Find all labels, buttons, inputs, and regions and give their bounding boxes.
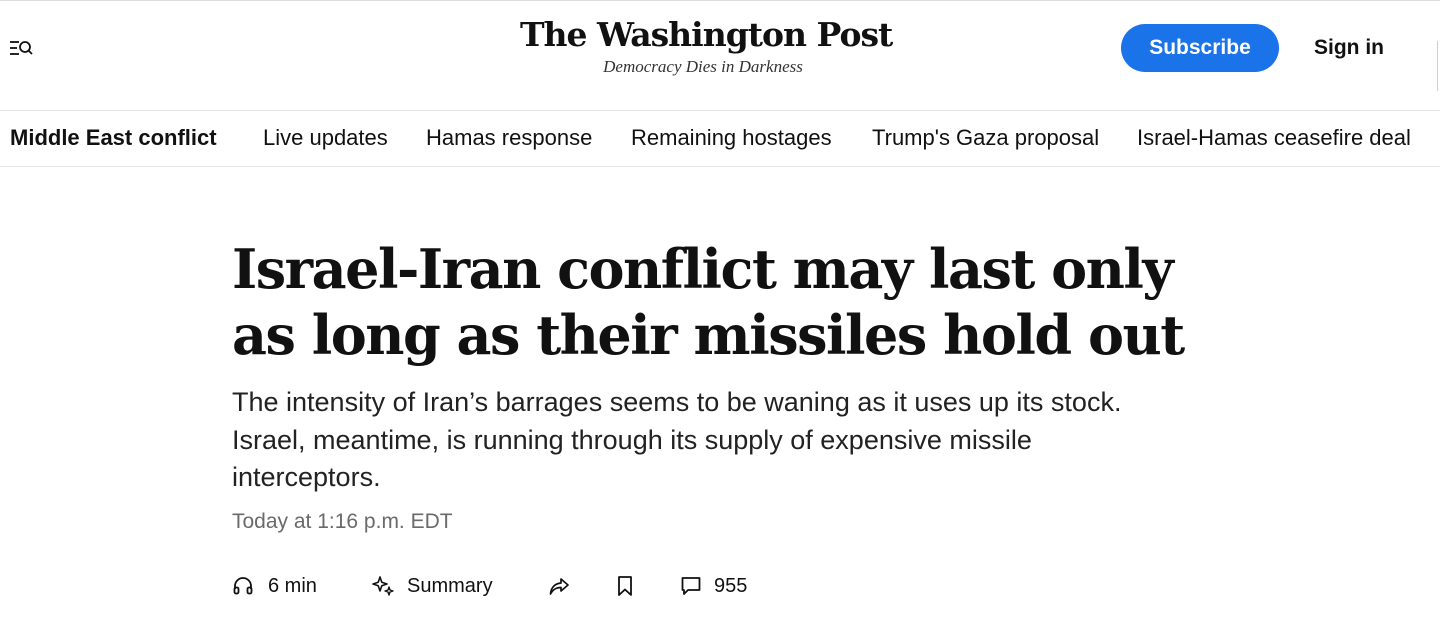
article-timestamp: Today at 1:16 p.m. EDT [232, 510, 453, 533]
article-subheadline: The intensity of Iran’s barrages seems t… [232, 387, 1122, 492]
listen-duration: 6 min [268, 574, 317, 597]
bookmark-icon [618, 576, 632, 596]
share-button[interactable] [548, 572, 570, 600]
headphones-icon [233, 577, 253, 595]
sign-in-link[interactable]: Sign in [1314, 35, 1384, 61]
site-logo[interactable]: The Washington Post [520, 15, 893, 55]
subscribe-button[interactable]: Subscribe [1121, 24, 1279, 72]
article-headline: Israel-Iran conflict may last only as lo… [232, 237, 1185, 367]
share-arrow-icon [549, 578, 569, 595]
site-tagline: Democracy Dies in Darkness [603, 57, 803, 76]
topic-section-label[interactable]: Middle East conflict [10, 125, 217, 151]
summary-label: Summary [407, 574, 493, 597]
sections-menu-button[interactable] [6, 35, 36, 61]
topic-link-hamas-response[interactable]: Hamas response [426, 125, 592, 151]
menu-search-icon [10, 41, 33, 55]
site-header: The Washington Post Democracy Dies in Da… [0, 0, 1440, 111]
topic-link-live-updates[interactable]: Live updates [263, 125, 388, 151]
topic-nav: Middle East conflict Live updates Hamas … [0, 111, 1440, 167]
listen-button[interactable]: 6 min [232, 572, 317, 600]
topic-link-gaza-proposal[interactable]: Trump's Gaza proposal [872, 125, 1099, 151]
topic-link-ceasefire-deal[interactable]: Israel-Hamas ceasefire deal [1137, 125, 1411, 151]
topic-link-remaining-hostages[interactable]: Remaining hostages [631, 125, 832, 151]
masthead[interactable]: The Washington Post Democracy Dies in Da… [520, 15, 893, 78]
comments-button[interactable]: 955 [680, 572, 747, 600]
save-button[interactable] [616, 572, 634, 600]
comment-count: 955 [714, 574, 748, 597]
summary-button[interactable]: Summary [371, 572, 493, 600]
comment-icon [681, 577, 701, 595]
sparkle-icon [372, 576, 394, 596]
